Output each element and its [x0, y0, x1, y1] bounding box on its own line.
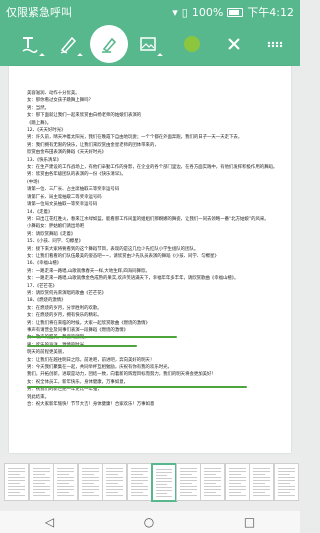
page-thumbnail[interactable]: [249, 463, 274, 501]
document-line: 到此结束。: [27, 394, 49, 400]
page-thumbnail[interactable]: [224, 463, 250, 501]
color-swatch-button[interactable]: [176, 28, 208, 60]
document-text: 美容滋润、动作十分优美。女：那你看过女孩子跳舞上舞吗？ 男：当然。女：那下面就让我…: [27, 90, 277, 408]
document-line: 《跳上舞》。: [27, 120, 52, 126]
document-line: 明天的前程更美丽，: [27, 350, 67, 356]
document-line: 请第厂长、局主席抽取二等奖幸运号码: [27, 194, 102, 200]
battery-icon: [227, 7, 244, 17]
home-icon[interactable]: ○: [144, 515, 154, 529]
document-line: 女：在燃烧的岁月，分享胜利的欢歌。: [27, 305, 102, 311]
document-line: 男：让我们将在来临的时候，大家一起欣赏歌曲《燃烧的激情》: [27, 320, 150, 326]
color-swatch-icon: [184, 36, 200, 52]
battery-percent: 100%: [191, 5, 224, 19]
page-thumbnail-strip: [0, 457, 300, 511]
back-icon[interactable]: ◁: [45, 515, 54, 529]
highlighter-tool-button[interactable]: [90, 25, 128, 63]
document-line: 女：在生产建设的工作战场上，有他们辛勤工作的身影，在企业的各个部门里边，在各方面…: [27, 165, 277, 171]
page-thumbnail[interactable]: [53, 463, 78, 501]
document-line: 18、《燃烧的激情》: [27, 298, 66, 304]
document-line: 男：日出江花红胜火，春来江水绿如蓝。能看那工作间里的姐姐们那婀娜的舞姿，让我们一…: [27, 216, 269, 222]
document-line: 男：欣赏由各年级团队的表演的一份《快乐清早》。: [27, 172, 126, 178]
document-line: 女：让我们在越往明日之际，前进吧，前进吧，奔向美好的明天！: [27, 357, 155, 363]
system-nav-bar: ◁ ○ □: [0, 511, 300, 533]
page-thumbnail[interactable]: [28, 463, 54, 501]
image-icon: [140, 37, 156, 51]
pen-icon: [60, 36, 77, 54]
status-bar: 仅限紧急呼叫 ▾ ▯ 100% 下午4:12: [0, 0, 300, 22]
document-line: 15、《小孩、同学、匀檫星》: [27, 239, 84, 245]
document-line: 男：许久前，晴天冲着太阳光，我们在晚霞下自由地玩耍；一个个都在外面奔跑，我们的日…: [27, 135, 243, 141]
document-line: 女：在燃烧的岁月，拥有快乐的精彩。: [27, 313, 102, 319]
document-line: 我们，开拓创新，进取是动力，团结一致，向着新的辉煌目标而努力，我们的明天将会更加…: [27, 372, 216, 378]
document-line: 男：请欣赏舞蹈《走着》: [27, 231, 76, 237]
document-line: 请第一位局文员抽取一等奖幸运号码: [27, 202, 98, 208]
pen-tool-button[interactable]: [52, 28, 84, 60]
image-tool-button[interactable]: [132, 28, 164, 60]
document-line: 13、《快乐清早》: [27, 157, 62, 163]
document-line: 男：请欣赏何光荣演唱的歌曲《芒芒花》: [27, 290, 107, 296]
text-icon: [22, 37, 38, 54]
document-line: 欣赏由金布田表演的舞蹈《天天好时光》: [27, 150, 107, 156]
highlight-stroke[interactable]: [27, 386, 247, 388]
annotation-toolbar: [0, 22, 300, 66]
clock: 下午4:12: [247, 6, 294, 19]
document-line: 14、《走着》: [27, 209, 53, 215]
page-thumbnail[interactable]: [200, 463, 225, 501]
document-line: 男：接下来大家将要看到的这个舞蹈节目，表现的是这几位少先红队小学生组队的团队。: [27, 246, 199, 252]
highlighter-icon: [102, 37, 117, 53]
page-thumbnail[interactable]: [102, 463, 127, 501]
document-line: 合：祝大家新年愉快！节节大吉！身体健康！合家欢乐！万事如意: [27, 402, 155, 408]
sim-icon: ▯: [181, 5, 188, 19]
text-tool-button[interactable]: [14, 28, 46, 60]
document-line: 小舞蹈女：胖姑娘们请出场吧: [27, 224, 85, 230]
document-line: 女：让我们看看的们队伍最美的姿态吧~~，请欣赏由少先队员表演的舞蹈《小孩、同学、…: [27, 253, 219, 259]
document-line: 事声有请营业及同事们表演一段舞蹈《燃烧的激情》: [27, 328, 128, 333]
highlight-stroke[interactable]: [27, 345, 137, 347]
close-button[interactable]: [218, 28, 250, 60]
document-line: 12、《天天好时光》: [27, 128, 66, 134]
document-line: 男：今天我们聚集在一起，共同举杯互相勉励，庆祝有你有我的欢乐时光，: [27, 365, 172, 371]
signal-icon: ▾: [172, 5, 178, 19]
document-line: 男：当然。: [27, 105, 49, 111]
document-line: 请第一位、三厂长、占主席抽取三等奖幸运号码: [27, 187, 120, 193]
more-dots-icon: [267, 41, 283, 48]
page-thumbnail[interactable]: [126, 463, 152, 501]
carrier-text: 仅限紧急呼叫: [6, 6, 72, 19]
document-line: 女：一路走来一路唱,山歌就像金色成熟的果实,欢声笑语满天下，幸福年年多丰年，请欣…: [27, 276, 239, 282]
page-thumbnail[interactable]: [175, 463, 201, 501]
document-line: 17、《芒芒花》: [27, 283, 57, 289]
close-icon: [228, 38, 240, 50]
document-line: 女：那你看过女孩子跳舞上舞吗？: [27, 98, 93, 104]
document-line: 男：我们拥有无限的快乐，让我们来欣赏由金星老师的团体带来的，: [27, 142, 159, 148]
highlight-stroke[interactable]: [27, 336, 177, 338]
document-line: 美容滋润、动作十分优美。: [27, 91, 80, 96]
document-line: 女：那下面就让我们一起来欣赏由白杨老师的姑娘们表演的: [27, 113, 142, 119]
more-button[interactable]: [258, 28, 290, 60]
page-thumbnail[interactable]: [151, 463, 177, 502]
document-page[interactable]: 美容滋润、动作十分优美。女：那你看过女孩子跳舞上舞吗？ 男：当然。女：那下面就让我…: [9, 66, 291, 453]
document-line: 16、《幸福山楂》: [27, 261, 62, 267]
recents-icon[interactable]: □: [244, 515, 255, 529]
page-thumbnail[interactable]: [77, 463, 103, 501]
page-thumbnail[interactable]: [273, 463, 299, 501]
page-thumbnail[interactable]: [4, 463, 29, 501]
status-right: ▾ ▯ 100% 下午4:12: [172, 4, 294, 20]
document-line: (中场): [27, 179, 40, 185]
document-line: 男：一路走来一路唱,山歌就像春天一样,大地生辉,四海同舞欣。: [27, 268, 150, 274]
